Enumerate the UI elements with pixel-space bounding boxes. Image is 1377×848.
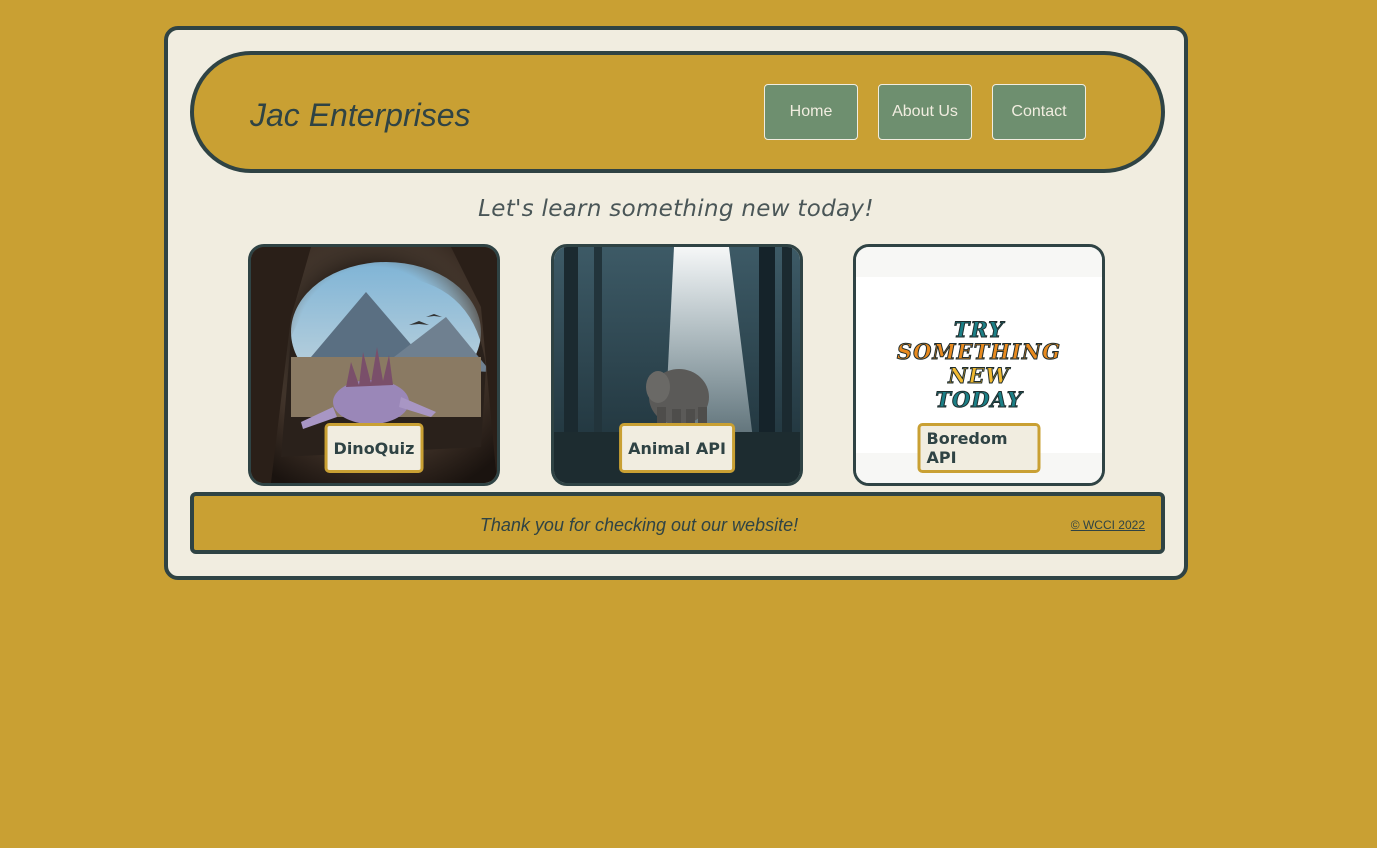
- site-footer: Thank you for checking out our website! …: [190, 492, 1165, 554]
- art-text-today: TODAY: [935, 387, 1023, 413]
- animal-api-button[interactable]: Animal API: [619, 423, 735, 473]
- site-header: Jac Enterprises Home About Us Contact: [190, 51, 1165, 173]
- art-text-new: NEW: [948, 363, 1010, 389]
- nav-contact-button[interactable]: Contact: [992, 84, 1086, 140]
- card-animal-api[interactable]: Animal API: [551, 244, 803, 486]
- card-boredom-api[interactable]: TRY SOMETHING NEW TODAY Boredom API: [853, 244, 1105, 486]
- nav-home-button[interactable]: Home: [764, 84, 858, 140]
- tagline: Let's learn something new today!: [478, 196, 874, 222]
- brand-title: Jac Enterprises: [250, 97, 471, 133]
- dinoquiz-button[interactable]: DinoQuiz: [324, 423, 424, 473]
- boredom-api-button[interactable]: Boredom API: [917, 423, 1041, 473]
- site-frame: Jac Enterprises Home About Us Contact Le…: [164, 26, 1188, 580]
- art-text-something: SOMETHING: [896, 339, 1062, 365]
- footer-message: Thank you for checking out our website!: [479, 515, 799, 535]
- copyright-link[interactable]: © WCCI 2022: [1071, 518, 1145, 532]
- card-dinoquiz[interactable]: DinoQuiz: [248, 244, 500, 486]
- nav-about-button[interactable]: About Us: [878, 84, 972, 140]
